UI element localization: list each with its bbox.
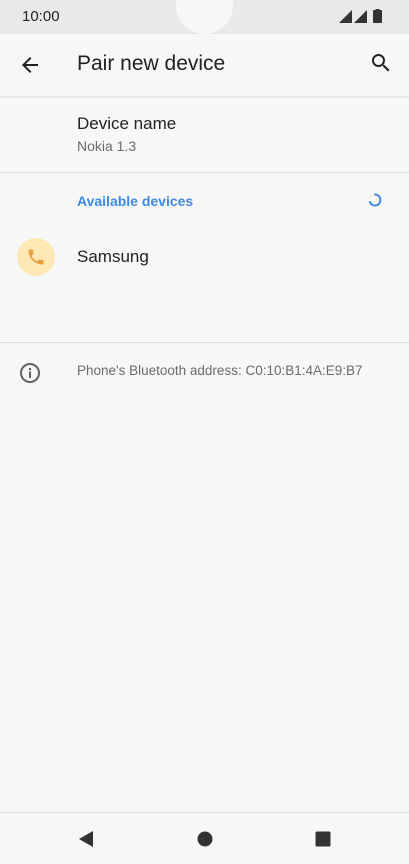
device-name-value: Nokia 1.3 xyxy=(77,138,137,154)
app-bar: Pair new device xyxy=(0,34,409,96)
bluetooth-address-text: Phone's Bluetooth address: C0:10:B1:4A:E… xyxy=(77,363,363,378)
recents-square-icon[interactable] xyxy=(313,829,333,849)
device-name-row[interactable]: Device name Nokia 1.3 xyxy=(0,97,409,172)
divider xyxy=(0,172,409,173)
device-label: Samsung xyxy=(77,247,149,266)
device-item-samsung[interactable]: Samsung xyxy=(0,230,409,284)
battery-icon xyxy=(373,10,382,23)
search-icon[interactable] xyxy=(369,51,393,75)
divider xyxy=(0,342,409,343)
spinner-icon xyxy=(368,193,382,207)
info-icon xyxy=(20,363,40,383)
home-circle-icon[interactable] xyxy=(195,829,215,849)
signal-icon xyxy=(339,10,352,23)
phone-icon xyxy=(28,249,44,265)
page-title: Pair new device xyxy=(77,52,226,75)
status-icons xyxy=(339,9,382,23)
camera-notch xyxy=(176,0,233,34)
phone-avatar xyxy=(17,238,55,276)
status-time: 10:00 xyxy=(22,8,60,25)
device-name-title: Device name xyxy=(77,114,177,133)
available-devices-header: Available devices xyxy=(77,193,194,209)
nav-bar xyxy=(0,812,409,864)
status-bar: 10:00 xyxy=(0,0,409,34)
arrow-back-icon[interactable] xyxy=(18,53,42,77)
back-triangle-icon[interactable] xyxy=(76,829,96,849)
signal-icon xyxy=(354,10,367,23)
